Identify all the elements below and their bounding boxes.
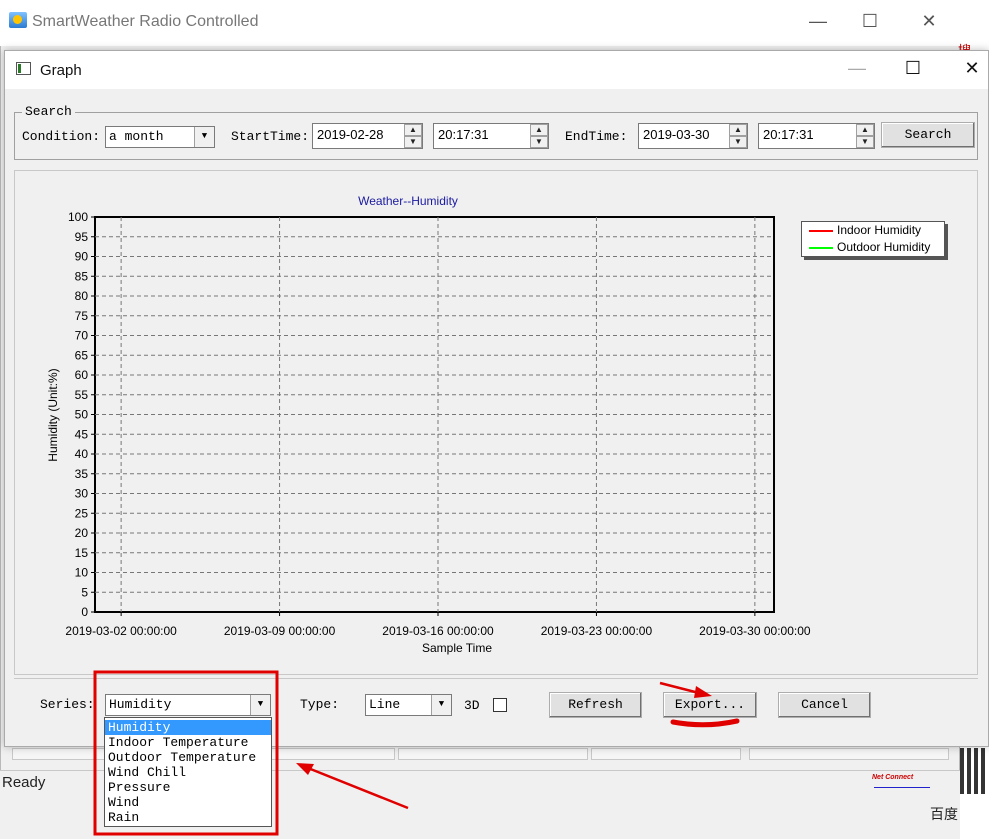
y-tick-label: 35 (75, 467, 89, 481)
series-select[interactable]: Humidity ▼ (105, 694, 271, 716)
y-tick-label: 0 (81, 605, 88, 619)
cancel-button[interactable]: Cancel (778, 692, 871, 718)
export-button[interactable]: Export... (663, 692, 757, 718)
legend-label-indoor: Indoor Humidity (837, 223, 922, 237)
y-tick-label: 25 (75, 506, 89, 520)
controls-separator (14, 678, 978, 679)
series-option-outdoor-temperature[interactable]: Outdoor Temperature (105, 750, 271, 765)
refresh-button[interactable]: Refresh (549, 692, 642, 718)
series-option-pressure[interactable]: Pressure (105, 780, 271, 795)
y-tick-label: 50 (75, 408, 89, 422)
series-option-wind[interactable]: Wind (105, 795, 271, 810)
series-option-indoor-temperature[interactable]: Indoor Temperature (105, 735, 271, 750)
y-tick-label: 5 (81, 585, 88, 599)
y-tick-label: 15 (75, 546, 89, 560)
three-d-checkbox[interactable] (493, 698, 507, 712)
y-tick-label: 55 (75, 388, 89, 402)
three-d-label: 3D (464, 698, 480, 713)
series-selected-value: Humidity (109, 697, 172, 712)
series-option-wind-chill[interactable]: Wind Chill (105, 765, 271, 780)
y-tick-label: 20 (75, 526, 89, 540)
type-label: Type: (300, 697, 340, 712)
y-tick-label: 85 (75, 269, 89, 283)
series-option-humidity[interactable]: Humidity (105, 720, 271, 735)
y-tick-label: 70 (75, 329, 89, 343)
chevron-down-icon[interactable]: ▼ (250, 695, 270, 715)
series-option-rain[interactable]: Rain (105, 810, 271, 825)
y-tick-label: 45 (75, 427, 89, 441)
x-tick-label: 2019-03-23 00:00:00 (541, 624, 653, 638)
type-value: Line (369, 697, 401, 712)
legend-label-outdoor: Outdoor Humidity (837, 240, 931, 254)
chevron-down-icon[interactable]: ▼ (431, 695, 451, 715)
x-tick-label: 2019-03-09 00:00:00 (224, 624, 336, 638)
y-tick-label: 10 (75, 566, 89, 580)
x-tick-label: 2019-03-30 00:00:00 (699, 624, 811, 638)
y-tick-label: 100 (68, 210, 88, 224)
y-tick-label: 80 (75, 289, 89, 303)
y-tick-label: 65 (75, 348, 89, 362)
series-dropdown-list: Humidity Indoor Temperature Outdoor Temp… (104, 717, 272, 827)
y-tick-label: 95 (75, 230, 89, 244)
chart-title: Weather--Humidity (358, 194, 458, 208)
y-tick-label: 90 (75, 250, 89, 264)
x-tick-label: 2019-03-02 00:00:00 (65, 624, 177, 638)
legend-swatch-indoor (809, 230, 833, 232)
x-tick-label: 2019-03-16 00:00:00 (382, 624, 494, 638)
series-label: Series: (40, 697, 95, 712)
y-tick-label: 60 (75, 368, 89, 382)
legend-swatch-outdoor (809, 247, 833, 249)
type-select[interactable]: Line ▼ (365, 694, 452, 716)
y-tick-label: 40 (75, 447, 89, 461)
y-tick-label: 75 (75, 309, 89, 323)
y-axis-label: Humidity (Unit:%) (46, 368, 60, 461)
y-tick-label: 30 (75, 487, 89, 501)
x-axis-label: Sample Time (422, 641, 492, 655)
